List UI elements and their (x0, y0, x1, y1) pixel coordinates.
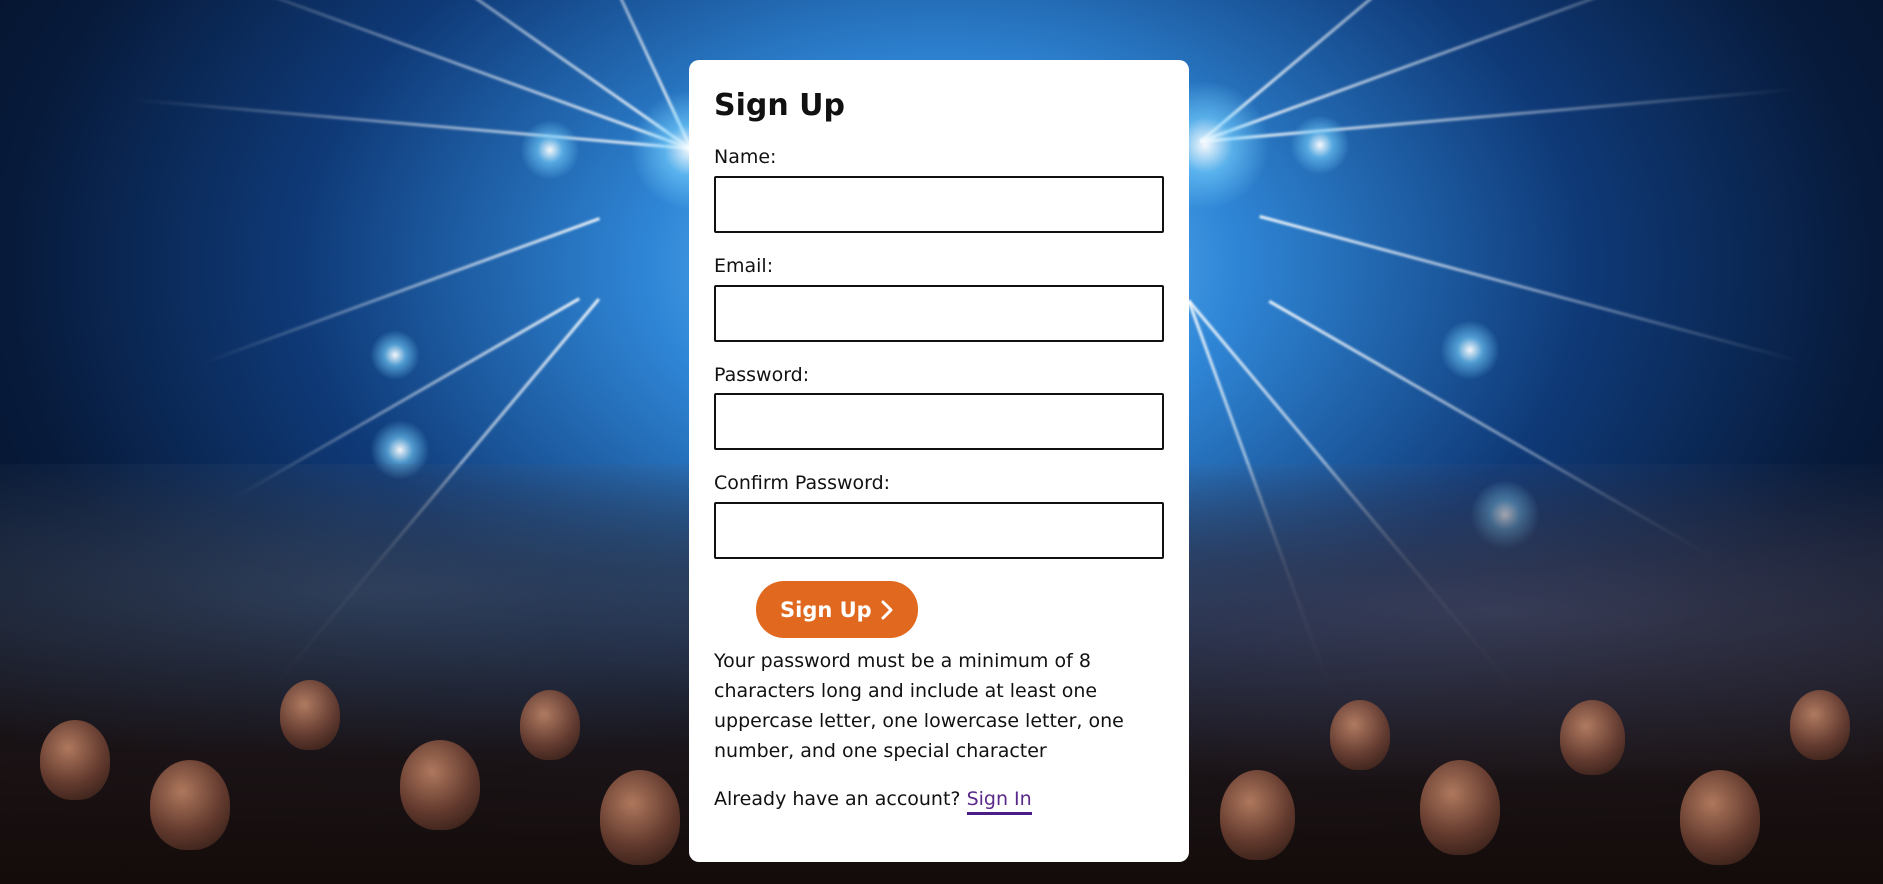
crowd-head (150, 760, 230, 850)
light-beam (1200, 87, 1798, 143)
chevron-right-icon (881, 600, 893, 620)
name-label: Name: (714, 146, 777, 168)
confirm-password-field[interactable] (714, 502, 1164, 560)
page-title: Sign Up (714, 88, 846, 123)
crowd-head (1560, 700, 1625, 775)
signup-card: Sign Up Name: Email: Password: Confirm P… (689, 60, 1189, 862)
crowd-head (1330, 700, 1390, 770)
crowd-head (280, 680, 340, 750)
crowd-head (1790, 690, 1850, 760)
spotlight (1440, 320, 1500, 380)
signin-link[interactable]: Sign In (966, 788, 1032, 816)
password-requirements: Your password must be a minimum of 8 cha… (714, 650, 1124, 763)
spotlight (520, 120, 580, 180)
signup-button[interactable]: Sign Up (756, 581, 918, 639)
confirm-password-label: Confirm Password: (714, 472, 891, 495)
spotlight (370, 330, 420, 380)
crowd-head (1420, 760, 1500, 855)
password-label: Password: (714, 363, 810, 386)
crowd-head (600, 770, 680, 865)
crowd-head (520, 690, 580, 760)
crowd-head (1220, 770, 1295, 860)
name-field[interactable] (714, 175, 1164, 233)
concert-background: Sign Up Name: Email: Password: Confirm P… (0, 0, 1883, 884)
signin-prompt: Already have an account? (714, 788, 961, 811)
email-field[interactable] (714, 284, 1164, 342)
signin-prompt-row: Already have an account? Sign In (714, 784, 1164, 816)
email-label: Email: (714, 254, 774, 277)
light-beam (132, 98, 691, 150)
crowd-head (1680, 770, 1760, 865)
crowd-head (40, 720, 110, 800)
crowd-head (400, 740, 480, 830)
password-field[interactable] (714, 393, 1164, 451)
submit-row: Sign Up (714, 581, 1164, 639)
light-beam (1200, 0, 1728, 143)
spotlight (1290, 115, 1350, 175)
signup-button-label: Sign Up (780, 597, 872, 622)
